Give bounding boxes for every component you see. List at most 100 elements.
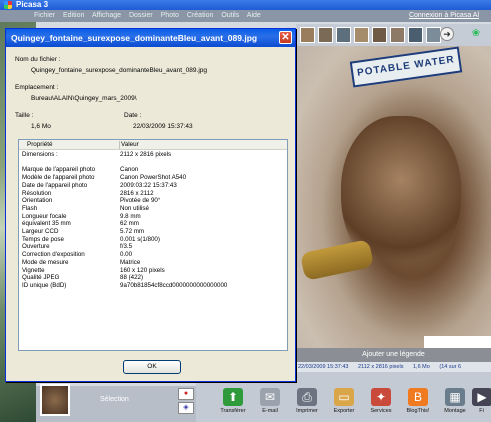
effects-icon[interactable]: ❀ <box>466 26 486 42</box>
property-value: 160 x 120 pixels <box>120 266 165 274</box>
column-value[interactable]: Valeur <box>121 141 139 148</box>
property-key: Marque de l'appareil photo <box>22 166 96 174</box>
thumbnail[interactable] <box>426 27 441 43</box>
menu-aide[interactable]: Aide <box>247 12 261 19</box>
thumbnail-strip <box>296 24 491 46</box>
picasa-logo-icon <box>4 1 12 9</box>
collage-icon: ▦ <box>445 388 465 406</box>
menu-bar: Fichier Edition Affichage Dossier Photo … <box>0 10 491 22</box>
print-button[interactable]: ⎙ Imprimer <box>290 388 324 414</box>
location-value: Bureau\ALAIN\Quingey_mars_2009\ <box>31 95 137 102</box>
main-photo[interactable]: POTABLE WATER <box>296 46 491 348</box>
print-icon: ⎙ <box>297 388 317 406</box>
hold-icon[interactable]: ● <box>178 388 194 400</box>
next-arrow-icon[interactable]: ➜ <box>440 27 454 41</box>
table-row: Largeur CCD 5.72 mm <box>22 228 227 236</box>
table-row: Dimensions : 2112 x 2816 pixels <box>22 151 227 159</box>
property-key: Modèle de l'appareil photo <box>22 174 95 182</box>
property-key: ID unique (BdD) <box>22 281 67 289</box>
photo-info-bar: 22/03/2009 15:37:43 2112 x 2816 pixels 1… <box>296 362 491 372</box>
property-value: Pivotée de 90° <box>120 197 161 205</box>
thumbnail[interactable] <box>354 27 369 43</box>
info-dimensions: 2112 x 2816 pixels <box>358 364 404 370</box>
upload-button[interactable]: ⬆ Transférer <box>216 388 250 414</box>
export-button[interactable]: ▭ Exporter <box>327 388 361 414</box>
menu-fichier[interactable]: Fichier <box>34 12 55 19</box>
thumbnail[interactable] <box>300 27 315 43</box>
selection-label: Sélection <box>100 396 129 403</box>
upload-icon: ⬆ <box>223 388 243 406</box>
blogger-icon: B <box>408 388 428 406</box>
thumbnail[interactable] <box>372 27 387 43</box>
selected-thumbnail[interactable] <box>40 384 70 416</box>
table-row: Flash Non utilisé <box>22 205 227 213</box>
picasa-title: Picasa 3 <box>16 0 49 9</box>
properties-header: Propriété Valeur <box>19 140 287 150</box>
dialog-title: Quingey_fontaine_surexpose_dominanteBleu… <box>6 29 295 47</box>
table-row: Temps de pose 0.001 s(1/800) <box>22 236 227 244</box>
table-row: Résolution 2816 x 2112 <box>22 190 227 198</box>
thumbnail[interactable] <box>408 27 423 43</box>
folder-icon: ▭ <box>334 388 354 406</box>
property-value: 62 mm <box>120 220 139 228</box>
potable-water-sign: POTABLE WATER <box>349 46 463 88</box>
ok-button[interactable]: OK <box>123 360 181 374</box>
property-key: Résolution <box>22 189 52 197</box>
photo-edge <box>424 336 491 348</box>
property-key: Correction d'exposition <box>22 251 85 259</box>
thumbnail[interactable] <box>336 27 351 43</box>
property-value: 9a70b81854cf8ccd0000000000000000 <box>120 281 228 289</box>
column-separator[interactable] <box>119 141 120 149</box>
services-icon: ✦ <box>371 388 391 406</box>
menu-edition[interactable]: Edition <box>63 12 84 19</box>
property-key: Mode de mesure <box>22 258 69 266</box>
info-index: (14 sur 6 <box>439 364 462 370</box>
movie-button[interactable]: ▶ Fi <box>472 388 491 414</box>
export-label: Exporter <box>333 408 355 414</box>
property-key: Orientation <box>22 197 53 205</box>
tray-buttons: ● ◈ <box>178 386 198 422</box>
menu-creation[interactable]: Création <box>187 12 213 19</box>
collage-label: Montage <box>444 408 466 414</box>
property-value: Canon <box>120 166 139 174</box>
property-key: Flash <box>22 204 38 212</box>
connect-link[interactable]: Connexion à Picasa Al <box>409 10 479 22</box>
column-property[interactable]: Propriété <box>27 141 53 148</box>
table-row: Vignette 160 x 120 pixels <box>22 267 227 275</box>
property-value: 88 (422) <box>120 274 144 282</box>
property-key: Ouverture <box>22 243 50 251</box>
thumbnail[interactable] <box>318 27 333 43</box>
table-row: Correction d'exposition 0.00 <box>22 251 227 259</box>
property-key: Vignette <box>22 266 45 274</box>
table-row: Qualité JPEG 88 (422) <box>22 274 227 282</box>
table-row: Marque de l'appareil photo Canon <box>22 166 227 174</box>
services-button[interactable]: ✦ Services <box>364 388 398 414</box>
email-label: E-mail <box>262 408 278 414</box>
thumbnail[interactable] <box>390 27 405 43</box>
email-button[interactable]: ✉ E-mail <box>253 388 287 414</box>
property-key: Temps de pose <box>22 235 64 243</box>
menu-affichage[interactable]: Affichage <box>92 12 121 19</box>
property-value: Non utilisé <box>120 204 149 212</box>
property-value: 9.8 mm <box>120 212 141 220</box>
property-value <box>120 159 227 167</box>
property-value: 0.001 s(1/800) <box>120 235 160 243</box>
table-row <box>22 159 227 167</box>
selection-tray: Sélection <box>36 384 196 422</box>
close-icon[interactable]: ✕ <box>279 31 292 44</box>
menu-outils[interactable]: Outils <box>221 12 239 19</box>
menu-photo[interactable]: Photo <box>161 12 179 19</box>
property-value: 2112 x 2816 pixels <box>120 151 172 158</box>
menu-dossier[interactable]: Dossier <box>129 12 153 19</box>
property-value: f/3.5 <box>120 243 133 251</box>
date-value: 22/03/2009 15:37:43 <box>133 123 193 130</box>
filename-label: Nom du fichier : <box>15 56 61 63</box>
caption-input[interactable]: Ajouter une légende <box>296 348 491 362</box>
picasa-titlebar: Picasa 3 <box>0 0 491 10</box>
movie-label: Fi <box>479 408 484 414</box>
tag-icon[interactable]: ◈ <box>178 402 194 414</box>
blogthis-button[interactable]: B BlogThis! <box>401 388 435 414</box>
collage-button[interactable]: ▦ Montage <box>438 388 472 414</box>
date-label: Date : <box>124 112 142 119</box>
properties-list[interactable]: Propriété Valeur Dimensions : 2112 x 2816… <box>18 139 288 351</box>
